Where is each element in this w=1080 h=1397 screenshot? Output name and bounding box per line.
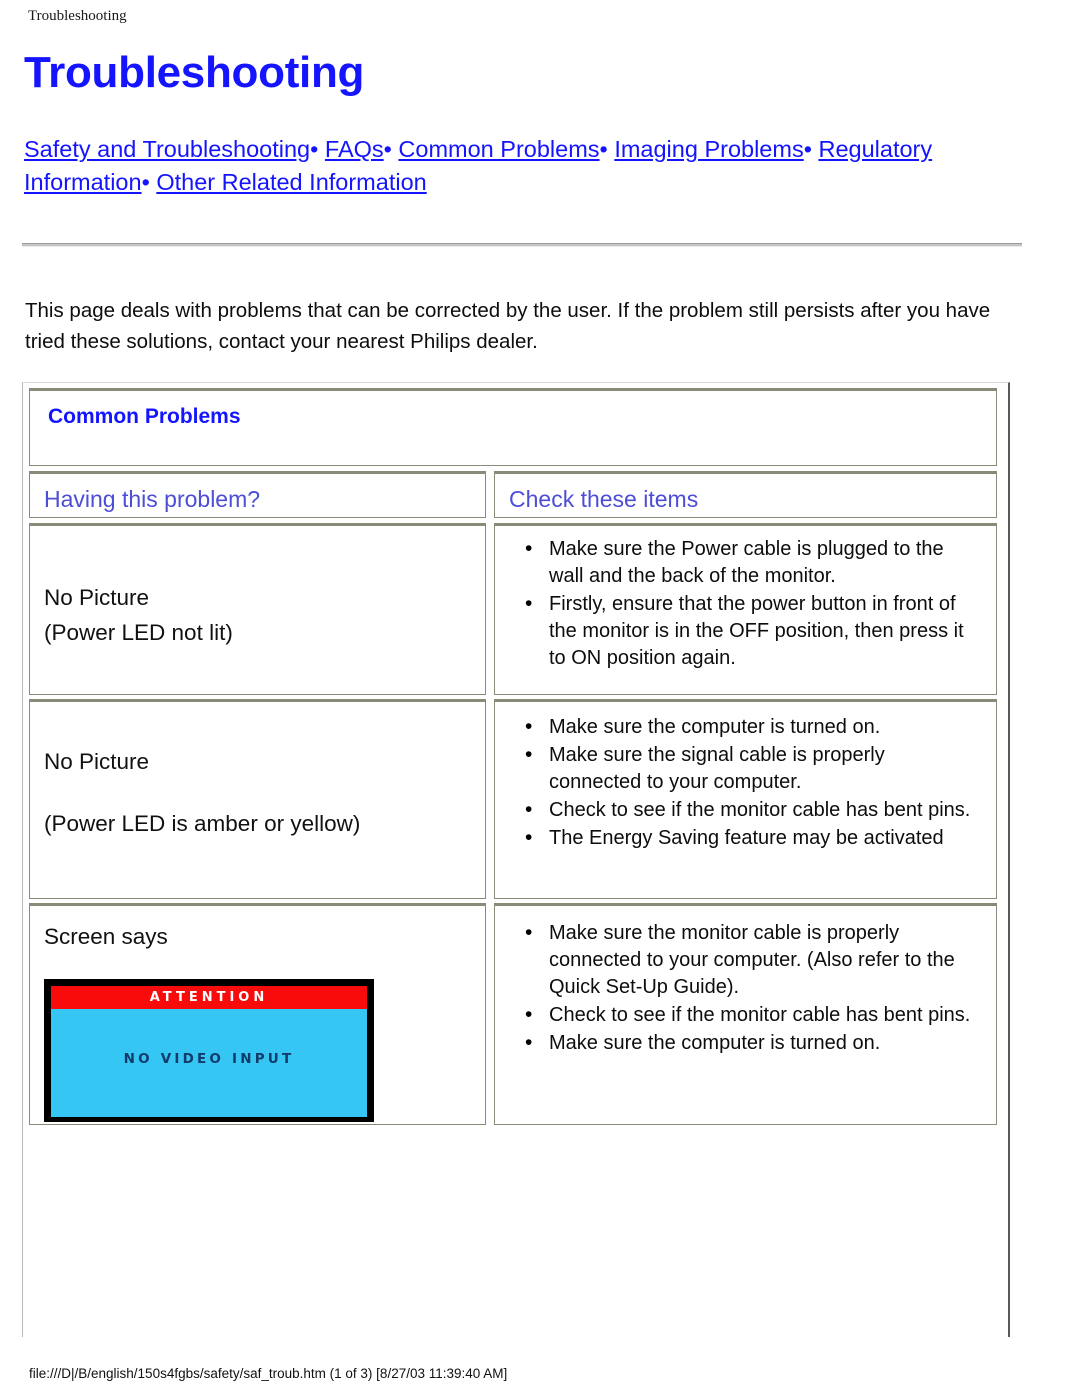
horizontal-rule [22, 243, 1022, 247]
problem-cell: No Picture (Power LED not lit) [30, 526, 485, 694]
table-row: Make sure the computer is turned on. Mak… [494, 699, 997, 899]
list-item: Make sure the monitor cable is properly … [525, 919, 982, 1001]
nav-separator: • [803, 136, 812, 162]
list-item: Firstly, ensure that the power button in… [525, 590, 982, 672]
table-row: Make sure the Power cable is plugged to … [494, 523, 997, 695]
problem-line-2: (Power LED not lit) [44, 620, 233, 645]
nav-link-other-related-information[interactable]: Other Related Information [156, 169, 426, 195]
problem-line-1: No Picture [44, 585, 150, 610]
common-problems-table: Common Problems Having this problem? Che… [22, 382, 1010, 1337]
table-row: No Picture (Power LED not lit) [29, 523, 486, 695]
nav-separator: • [599, 136, 608, 162]
check-list: Make sure the Power cable is plugged to … [495, 535, 996, 672]
table-row: Screen says ATTENTION NO VIDEO INPUT [29, 903, 486, 1125]
nav-separator: • [383, 136, 392, 162]
list-item: Check to see if the monitor cable has be… [525, 1001, 982, 1029]
problem-line-2: (Power LED is amber or yellow) [44, 811, 361, 836]
list-item: Make sure the computer is turned on. [525, 713, 982, 741]
page-title: Troubleshooting [24, 48, 365, 97]
nav-separator: • [141, 169, 150, 195]
column-header-problem: Having this problem? [29, 471, 486, 518]
list-item: Check to see if the monitor cable has be… [525, 796, 982, 824]
running-foot: file:///D|/B/english/150s4fgbs/safety/sa… [29, 1366, 508, 1381]
list-item: Make sure the signal cable is properly c… [525, 741, 982, 796]
problem-cell: Screen says ATTENTION NO VIDEO INPUT [30, 906, 485, 1124]
running-head: Troubleshooting [28, 8, 127, 24]
list-item: The Energy Saving feature may be activat… [525, 824, 982, 852]
check-list: Make sure the monitor cable is properly … [495, 919, 996, 1057]
problem-line-1: No Picture [44, 749, 150, 774]
attention-banner: ATTENTION [51, 986, 367, 1009]
list-item: Make sure the computer is turned on. [525, 1029, 982, 1057]
check-cell: Make sure the monitor cable is properly … [495, 906, 996, 1124]
nav-link-safety-and-troubleshooting[interactable]: Safety and Troubleshooting [24, 136, 310, 162]
no-video-input-screenshot: ATTENTION NO VIDEO INPUT [44, 979, 374, 1122]
nav-link-faqs[interactable]: FAQs [325, 136, 384, 162]
nav-links: Safety and Troubleshooting• FAQs• Common… [24, 133, 1024, 199]
check-cell: Make sure the computer is turned on. Mak… [495, 702, 996, 898]
table-row: No Picture (Power LED is amber or yellow… [29, 699, 486, 899]
attention-message: NO VIDEO INPUT [123, 1051, 295, 1067]
column-header-check-label: Check these items [509, 486, 699, 512]
problem-cell: No Picture (Power LED is amber or yellow… [30, 702, 485, 898]
column-header-problem-label: Having this problem? [44, 486, 261, 512]
intro-paragraph: This page deals with problems that can b… [25, 299, 991, 353]
check-cell: Make sure the Power cable is plugged to … [495, 526, 996, 694]
list-item: Make sure the Power cable is plugged to … [525, 535, 982, 590]
nav-separator: • [310, 136, 319, 162]
table-row: Make sure the monitor cable is properly … [494, 903, 997, 1125]
problem-line-1: Screen says [44, 924, 168, 949]
table-caption-cell: Common Problems [29, 388, 997, 466]
check-list: Make sure the computer is turned on. Mak… [495, 713, 996, 852]
column-header-check: Check these items [494, 471, 997, 518]
nav-link-imaging-problems[interactable]: Imaging Problems [614, 136, 803, 162]
table-caption: Common Problems [48, 405, 241, 428]
attention-screen-body: NO VIDEO INPUT [51, 1009, 367, 1117]
nav-link-common-problems[interactable]: Common Problems [398, 136, 599, 162]
